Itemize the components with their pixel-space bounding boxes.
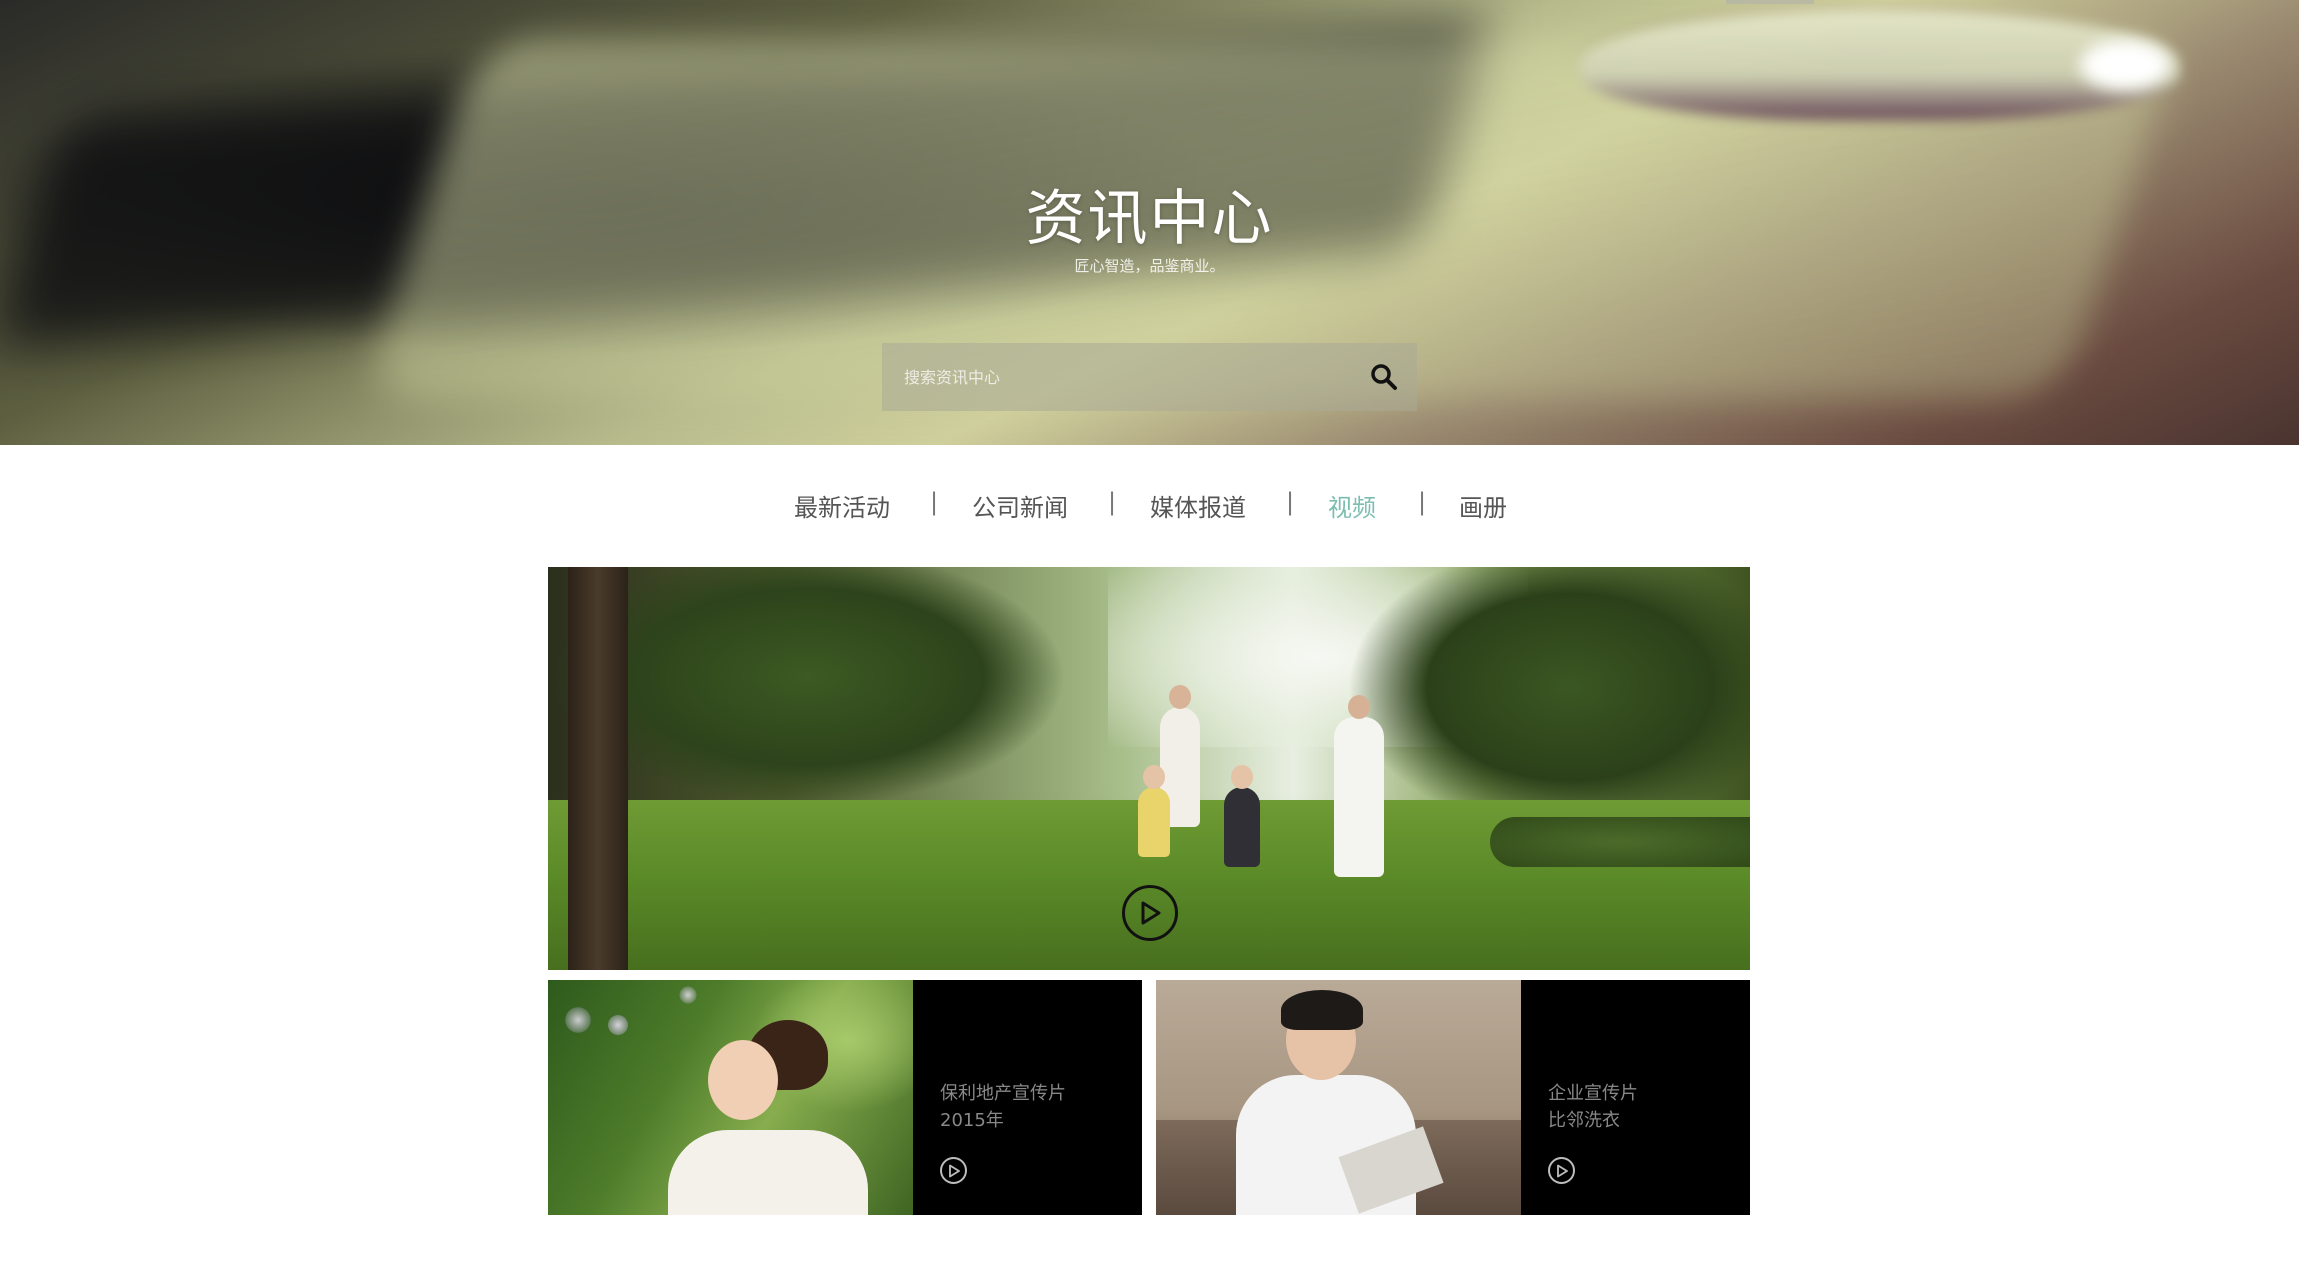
play-button[interactable] bbox=[940, 1157, 967, 1184]
video-thumbnail-trunk bbox=[568, 567, 628, 970]
video-thumbnail bbox=[548, 980, 913, 1215]
thumbnail-figure bbox=[1281, 990, 1363, 1030]
video-thumbnail-figure bbox=[1138, 765, 1170, 857]
thumbnail-figure bbox=[708, 1040, 778, 1120]
play-button[interactable] bbox=[1122, 885, 1178, 941]
tab-company-news[interactable]: 公司新闻 bbox=[972, 488, 1068, 523]
hero-background-highlight bbox=[2080, 40, 2170, 90]
video-thumbnail-figure bbox=[1334, 695, 1384, 877]
nav-separator: | bbox=[1418, 488, 1427, 516]
tab-brochures[interactable]: 画册 bbox=[1459, 488, 1507, 523]
play-circle-icon bbox=[1141, 901, 1161, 925]
nav-separator: | bbox=[1108, 488, 1117, 516]
video-caption: 保利地产宣传片 2015年 bbox=[940, 1080, 1066, 1134]
thumbnail-figure bbox=[668, 1130, 868, 1215]
video-subtitle: 比邻洗衣 bbox=[1548, 1110, 1620, 1131]
video-title: 保利地产宣传片 bbox=[940, 1083, 1066, 1104]
search-box bbox=[882, 343, 1417, 411]
nav-separator: | bbox=[930, 488, 939, 516]
tab-videos[interactable]: 视频 bbox=[1328, 488, 1376, 523]
video-thumbnail-figure bbox=[1224, 765, 1260, 867]
video-caption: 企业宣传片 比邻洗衣 bbox=[1548, 1080, 1638, 1134]
hero-banner: 资讯中心 匠心智造，品鉴商业。 bbox=[0, 0, 2299, 445]
play-circle-icon bbox=[948, 1164, 960, 1177]
video-subtitle: 2015年 bbox=[940, 1110, 1004, 1131]
video-title: 企业宣传片 bbox=[1548, 1083, 1638, 1104]
search-button[interactable] bbox=[1351, 343, 1417, 411]
search-input[interactable] bbox=[882, 343, 1351, 411]
page-title: 资讯中心 bbox=[1025, 184, 1274, 254]
video-card[interactable]: 保利地产宣传片 2015年 bbox=[548, 980, 1142, 1215]
video-card[interactable]: 企业宣传片 比邻洗衣 bbox=[1156, 980, 1750, 1215]
play-circle-icon bbox=[1556, 1164, 1568, 1177]
video-thumbnail-hedge bbox=[1490, 817, 1750, 867]
search-icon bbox=[1371, 364, 1397, 390]
tab-latest-activities[interactable]: 最新活动 bbox=[794, 488, 890, 523]
top-indicator bbox=[1726, 0, 1814, 4]
featured-video[interactable] bbox=[548, 567, 1750, 970]
nav-separator: | bbox=[1286, 488, 1295, 516]
play-button[interactable] bbox=[1548, 1157, 1575, 1184]
video-thumbnail-trees bbox=[548, 567, 1168, 827]
page-subtitle: 匠心智造，品鉴商业。 bbox=[1074, 257, 1225, 275]
video-thumbnail bbox=[1156, 980, 1521, 1215]
category-nav: 最新活动 | 公司新闻 | 媒体报道 | 视频 | 画册 bbox=[0, 488, 2299, 528]
tab-media-reports[interactable]: 媒体报道 bbox=[1150, 488, 1246, 523]
